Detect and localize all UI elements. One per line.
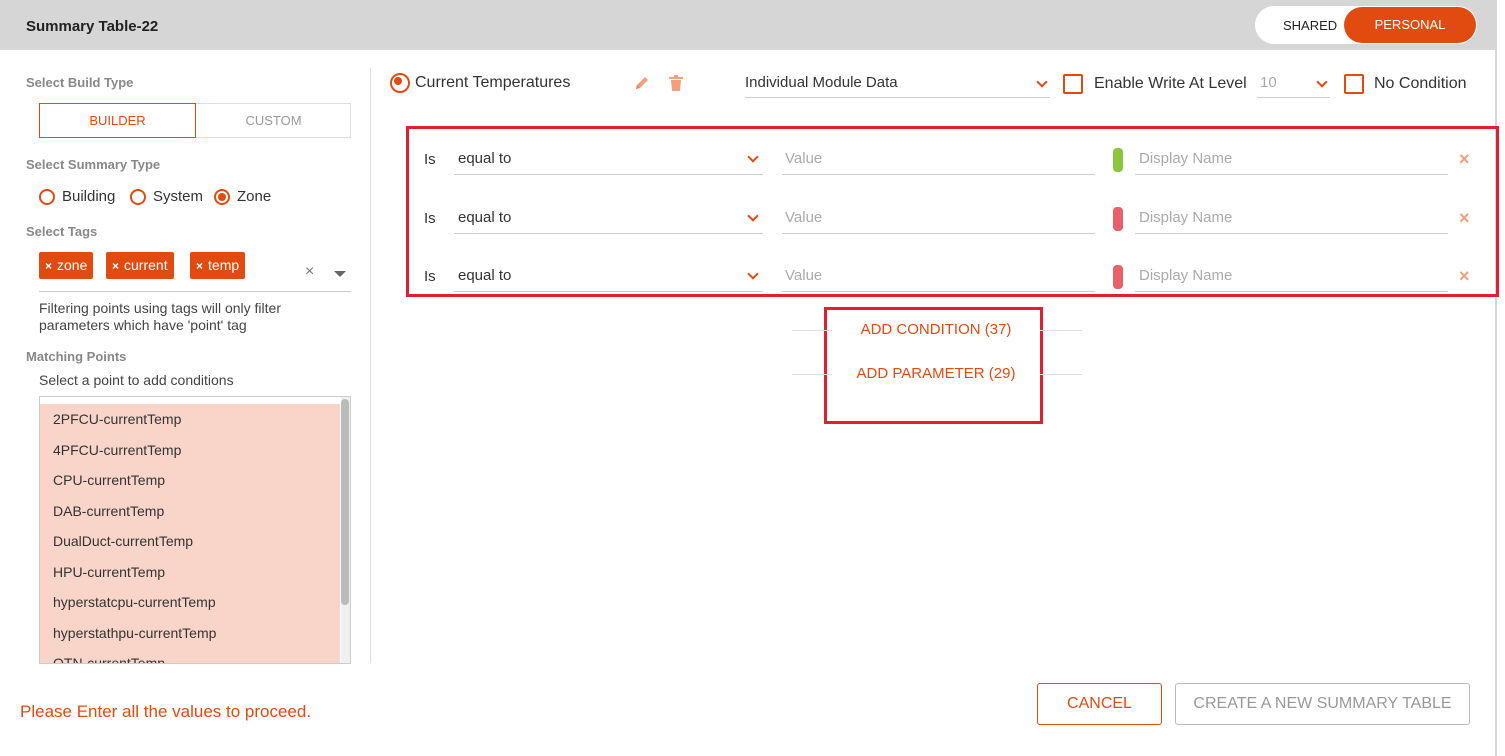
build-type-selector: BUILDER CUSTOM (39, 103, 351, 138)
radio-zone-label: Zone (237, 188, 272, 205)
list-scrollbar-thumb[interactable] (341, 399, 349, 605)
divider-line (792, 330, 832, 331)
divider-line (792, 374, 832, 375)
trash-icon[interactable] (668, 74, 684, 97)
clear-tags-icon[interactable]: × (305, 263, 314, 281)
toggle-shared[interactable]: SHARED (1283, 18, 1337, 33)
enable-write-label: Enable Write At Level (1094, 75, 1247, 92)
toggle-personal[interactable]: PERSONAL (1344, 7, 1476, 43)
dialog-title: Summary Table-22 (26, 18, 159, 35)
parameter-radio[interactable] (390, 73, 410, 93)
condition-is-label: Is (424, 151, 436, 168)
no-condition-label: No Condition (1374, 75, 1467, 92)
visibility-toggle[interactable]: SHARED PERSONAL (1255, 6, 1477, 44)
filter-note: Filtering points using tags will only fi… (39, 300, 281, 333)
radio-system[interactable] (130, 189, 146, 205)
radio-zone[interactable] (214, 189, 230, 205)
operator-value: equal to (458, 267, 512, 284)
chevron-down-icon[interactable] (1036, 76, 1048, 88)
parameter-name: Current Temperatures (415, 74, 571, 91)
radio-system-label: System (153, 188, 204, 205)
builder-button[interactable]: BUILDER (39, 103, 196, 138)
write-level-select[interactable]: 10 (1257, 72, 1330, 98)
list-item[interactable]: 4PFCU-currentTemp (40, 435, 340, 466)
tag-chip[interactable]: × zone (39, 252, 94, 279)
tags-label: Select Tags (26, 224, 98, 239)
build-type-label: Select Build Type (26, 75, 134, 90)
dialog-header: Summary Table-22 SHARED PERSONAL (0, 0, 1495, 50)
close-icon[interactable]: × (1459, 266, 1470, 287)
tag-remove-icon[interactable]: × (112, 259, 119, 273)
value-input[interactable]: Value (782, 206, 1095, 234)
display-name-input[interactable]: Display Name (1135, 147, 1448, 175)
custom-button[interactable]: CUSTOM (196, 104, 351, 137)
chevron-down-icon[interactable] (747, 151, 759, 163)
operator-select[interactable]: equal to (454, 147, 763, 175)
error-message: Please Enter all the values to proceed. (20, 702, 312, 721)
condition-row: Is equal to Value Display Name × (424, 204, 1474, 244)
operator-select[interactable]: equal to (454, 206, 763, 234)
chevron-down-icon[interactable] (747, 210, 759, 222)
pencil-icon[interactable] (633, 74, 651, 97)
tag-remove-icon[interactable]: × (196, 259, 203, 273)
list-item[interactable]: hyperstathpu-currentTemp (40, 618, 340, 649)
chevron-down-icon[interactable] (1316, 76, 1328, 88)
panel-divider (370, 68, 371, 663)
tags-dropdown-icon[interactable] (334, 271, 346, 277)
add-parameter-button[interactable]: ADD PARAMETER (29) (838, 365, 1034, 382)
module-data-select[interactable]: Individual Module Data (745, 72, 1050, 98)
color-swatch[interactable] (1113, 207, 1123, 231)
operator-value: equal to (458, 209, 512, 226)
color-swatch[interactable] (1113, 265, 1123, 289)
condition-row: Is equal to Value Display Name × (424, 262, 1474, 302)
operator-value: equal to (458, 150, 512, 167)
module-data-value: Individual Module Data (745, 74, 898, 91)
close-icon[interactable]: × (1459, 149, 1470, 170)
list-item[interactable]: CPU-currentTemp (40, 465, 340, 496)
divider-line (1040, 330, 1082, 331)
add-condition-button[interactable]: ADD CONDITION (37) (838, 321, 1034, 338)
tags-underline (39, 291, 351, 292)
color-swatch[interactable] (1113, 148, 1123, 172)
list-item[interactable]: hyperstatcpu-currentTemp (40, 587, 340, 618)
value-input[interactable]: Value (782, 264, 1095, 292)
close-icon[interactable]: × (1459, 208, 1470, 229)
tag-chip[interactable]: × current (106, 252, 174, 279)
list-item[interactable]: DualDuct-currentTemp (40, 526, 340, 557)
no-condition-checkbox[interactable] (1344, 74, 1364, 94)
chevron-down-icon[interactable] (747, 268, 759, 280)
tag-chip[interactable]: × temp (190, 252, 246, 279)
matching-points-list: 2PFCU-currentTemp 4PFCU-currentTemp CPU-… (39, 396, 351, 664)
points-container: 2PFCU-currentTemp 4PFCU-currentTemp CPU-… (40, 404, 340, 663)
dialog-edge (1495, 0, 1497, 756)
summary-type-label: Select Summary Type (26, 157, 161, 172)
radio-building[interactable] (39, 189, 55, 205)
matching-points-hint: Select a point to add conditions (39, 372, 234, 388)
cancel-button[interactable]: CANCEL (1037, 683, 1162, 725)
list-item[interactable]: DAB-currentTemp (40, 496, 340, 527)
tag-remove-icon[interactable]: × (45, 259, 52, 273)
list-item[interactable]: HPU-currentTemp (40, 557, 340, 588)
display-name-input[interactable]: Display Name (1135, 264, 1448, 292)
condition-is-label: Is (424, 210, 436, 227)
display-name-input[interactable]: Display Name (1135, 206, 1448, 234)
radio-building-label: Building (62, 188, 116, 205)
enable-write-checkbox[interactable] (1063, 74, 1083, 94)
divider-line (1040, 374, 1082, 375)
list-item[interactable]: OTN-currentTemp (40, 648, 340, 663)
matching-points-label: Matching Points (26, 349, 127, 364)
condition-is-label: Is (424, 268, 436, 285)
write-level-value: 10 (1260, 74, 1277, 91)
value-input[interactable]: Value (782, 147, 1095, 175)
create-summary-table-button[interactable]: CREATE A NEW SUMMARY TABLE (1175, 683, 1470, 725)
list-item[interactable]: 2PFCU-currentTemp (40, 404, 340, 435)
condition-row: Is equal to Value Display Name × (424, 145, 1474, 185)
operator-select[interactable]: equal to (454, 264, 763, 292)
